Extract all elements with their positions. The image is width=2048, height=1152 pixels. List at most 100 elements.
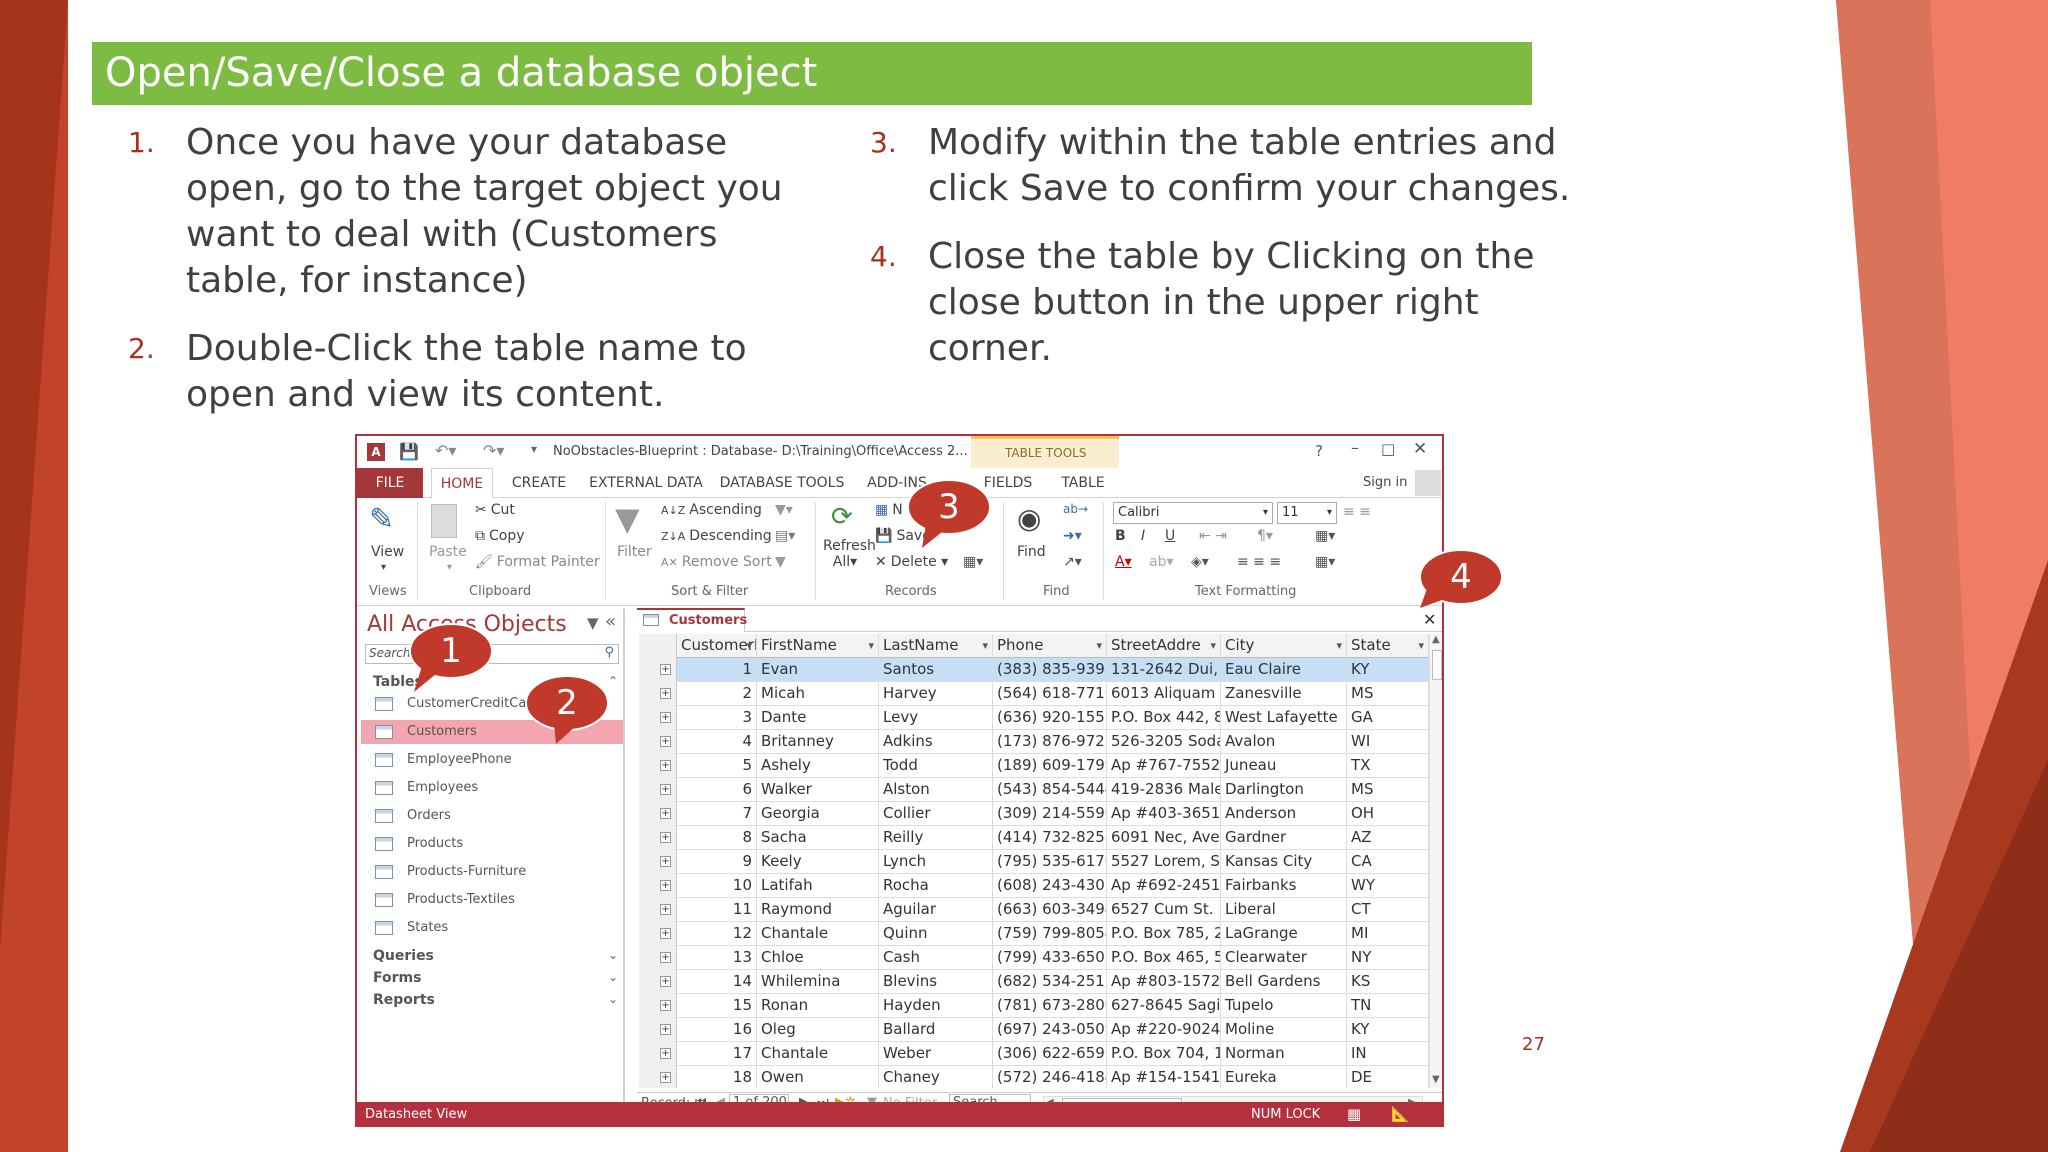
advanced-filter-icon[interactable]: ▤▾ [775,528,795,544]
paste-dropdown-icon[interactable]: ▾ [447,562,452,573]
row-selector[interactable]: + [639,778,677,802]
cell-state[interactable]: IN [1347,1042,1429,1066]
cell-streetaddre[interactable]: Ap #692-2451 A [1107,874,1221,898]
expand-subdatasheet-icon[interactable]: + [660,1048,671,1059]
cell-city[interactable]: Darlington [1221,778,1347,802]
remove-sort-button[interactable]: A✕ Remove Sort [661,554,772,570]
vertical-scrollbar[interactable]: ▲ ▼ [1429,634,1442,1088]
column-header-phone[interactable]: Phone ▾ [993,634,1107,658]
nav-menu-icon[interactable]: ▼ [587,614,599,632]
nav-item-products-furniture[interactable]: Products-Furniture [361,860,623,884]
cell-city[interactable]: Kansas City [1221,850,1347,874]
cell-lastname[interactable]: Lynch [879,850,993,874]
expand-icon[interactable]: ⌄ [608,970,618,984]
cell-lastname[interactable]: Chaney [879,1066,993,1088]
row-selector[interactable]: + [639,874,677,898]
nav-item-orders[interactable]: Orders [361,804,623,828]
save-quick-icon[interactable]: 💾 [399,442,419,461]
cell-phone[interactable]: (795) 535-6170 [993,850,1107,874]
cell-lastname[interactable]: Aguilar [879,898,993,922]
column-header-streetaddre[interactable]: StreetAddre ▾ [1107,634,1221,658]
refresh-icon[interactable]: ⟳ [831,502,853,532]
cell-city[interactable]: Eau Claire [1221,658,1347,682]
cell-lastname[interactable]: Quinn [879,922,993,946]
cell-lastname[interactable]: Reilly [879,826,993,850]
cell-streetaddre[interactable]: P.O. Box 785, 2 [1107,922,1221,946]
table-row[interactable]: +1 Evan Santos (383) 835-9398 131-2642 Dui, … [639,658,1429,682]
cell-firstname[interactable]: Sacha [757,826,879,850]
align-icons[interactable]: ≡ ≡ ≡ [1237,554,1281,570]
expand-subdatasheet-icon[interactable]: + [660,832,671,843]
cell-customerid[interactable]: 11 [677,898,757,922]
cell-city[interactable]: West Lafayette [1221,706,1347,730]
cell-streetaddre[interactable]: 6013 Aliquam S [1107,682,1221,706]
cell-customerid[interactable]: 16 [677,1018,757,1042]
cell-city[interactable]: Eureka [1221,1066,1347,1088]
font-size-select[interactable]: 11 ▾ [1277,502,1337,524]
cell-firstname[interactable]: Latifah [757,874,879,898]
column-dropdown-icon[interactable]: ▾ [1418,634,1424,657]
cell-state[interactable]: KS [1347,970,1429,994]
refresh-all-button[interactable]: Refresh All▾ [823,538,876,570]
cell-firstname[interactable]: Georgia [757,802,879,826]
bullets-icon[interactable]: ≡ ≡ [1343,504,1371,520]
font-dropdown-icon[interactable]: ▾ [1263,503,1268,523]
cell-state[interactable]: TX [1347,754,1429,778]
cell-lastname[interactable]: Alston [879,778,993,802]
cell-customerid[interactable]: 18 [677,1066,757,1088]
cell-state[interactable]: WI [1347,730,1429,754]
cell-firstname[interactable]: Dante [757,706,879,730]
font-select[interactable]: Calibri ▾ [1113,502,1273,524]
cell-streetaddre[interactable]: P.O. Box 442, 8 [1107,706,1221,730]
cell-phone[interactable]: (663) 603-3494 [993,898,1107,922]
cell-city[interactable]: Norman [1221,1042,1347,1066]
cell-phone[interactable]: (309) 214-5590 [993,802,1107,826]
expand-subdatasheet-icon[interactable]: + [660,976,671,987]
row-selector[interactable]: + [639,970,677,994]
cell-customerid[interactable]: 3 [677,706,757,730]
select-all-cell[interactable] [639,634,677,658]
cell-customerid[interactable]: 4 [677,730,757,754]
cell-phone[interactable]: (306) 622-6596 [993,1042,1107,1066]
expand-subdatasheet-icon[interactable]: + [660,856,671,867]
cell-city[interactable]: Avalon [1221,730,1347,754]
cut-button[interactable]: ✂ Cut [475,502,515,518]
cell-firstname[interactable]: Chloe [757,946,879,970]
expand-icon[interactable]: ⌄ [608,992,618,1006]
row-selector[interactable]: + [639,1018,677,1042]
scroll-down-icon[interactable]: ▼ [1432,1074,1440,1085]
column-header-customerid[interactable]: CustomerID▾ [677,634,757,658]
row-selector[interactable]: + [639,898,677,922]
cell-state[interactable]: MI [1347,922,1429,946]
expand-subdatasheet-icon[interactable]: + [660,952,671,963]
nav-section-forms[interactable]: Forms [373,970,421,986]
table-row[interactable]: +14 Whilemina Blevins (682) 534-2511 Ap #803… [639,970,1429,994]
ascending-button[interactable]: A↓Z Ascending [661,502,762,518]
tab-database-tools[interactable]: DATABASE TOOLS [717,468,847,498]
table-row[interactable]: +15 Ronan Hayden (781) 673-2800 627-8645 Sag… [639,994,1429,1018]
cell-phone[interactable]: (781) 673-2800 [993,994,1107,1018]
row-selector[interactable]: + [639,802,677,826]
cell-lastname[interactable]: Ballard [879,1018,993,1042]
cell-streetaddre[interactable]: Ap #220-9024 N [1107,1018,1221,1042]
customize-qat-icon[interactable]: ▾ [531,442,537,456]
cell-state[interactable]: TN [1347,994,1429,1018]
expand-subdatasheet-icon[interactable]: + [660,1072,671,1083]
cell-phone[interactable]: (543) 854-5444 [993,778,1107,802]
table-row[interactable]: +16 Oleg Ballard (697) 243-0509 Ap #220-9024… [639,1018,1429,1042]
gridlines-icon[interactable]: ▦▾ [1315,528,1335,544]
cell-streetaddre[interactable]: 419-2836 Males [1107,778,1221,802]
row-selector[interactable]: + [639,682,677,706]
cell-state[interactable]: WY [1347,874,1429,898]
table-row[interactable]: +13 Chloe Cash (799) 433-6502 P.O. Box 465, … [639,946,1429,970]
nav-section-reports[interactable]: Reports [373,992,435,1008]
datasheet-view-icon[interactable]: ▦ [1347,1102,1361,1125]
row-selector[interactable]: + [639,730,677,754]
nav-item-employeephone[interactable]: EmployeePhone [361,748,623,772]
tab-customers[interactable]: Customers [637,608,747,632]
cell-streetaddre[interactable]: 6091 Nec, Ave [1107,826,1221,850]
nav-item-products[interactable]: Products [361,832,623,856]
cell-lastname[interactable]: Cash [879,946,993,970]
tab-file[interactable]: FILE [357,468,423,498]
column-dropdown-icon[interactable]: ▾ [868,634,874,657]
